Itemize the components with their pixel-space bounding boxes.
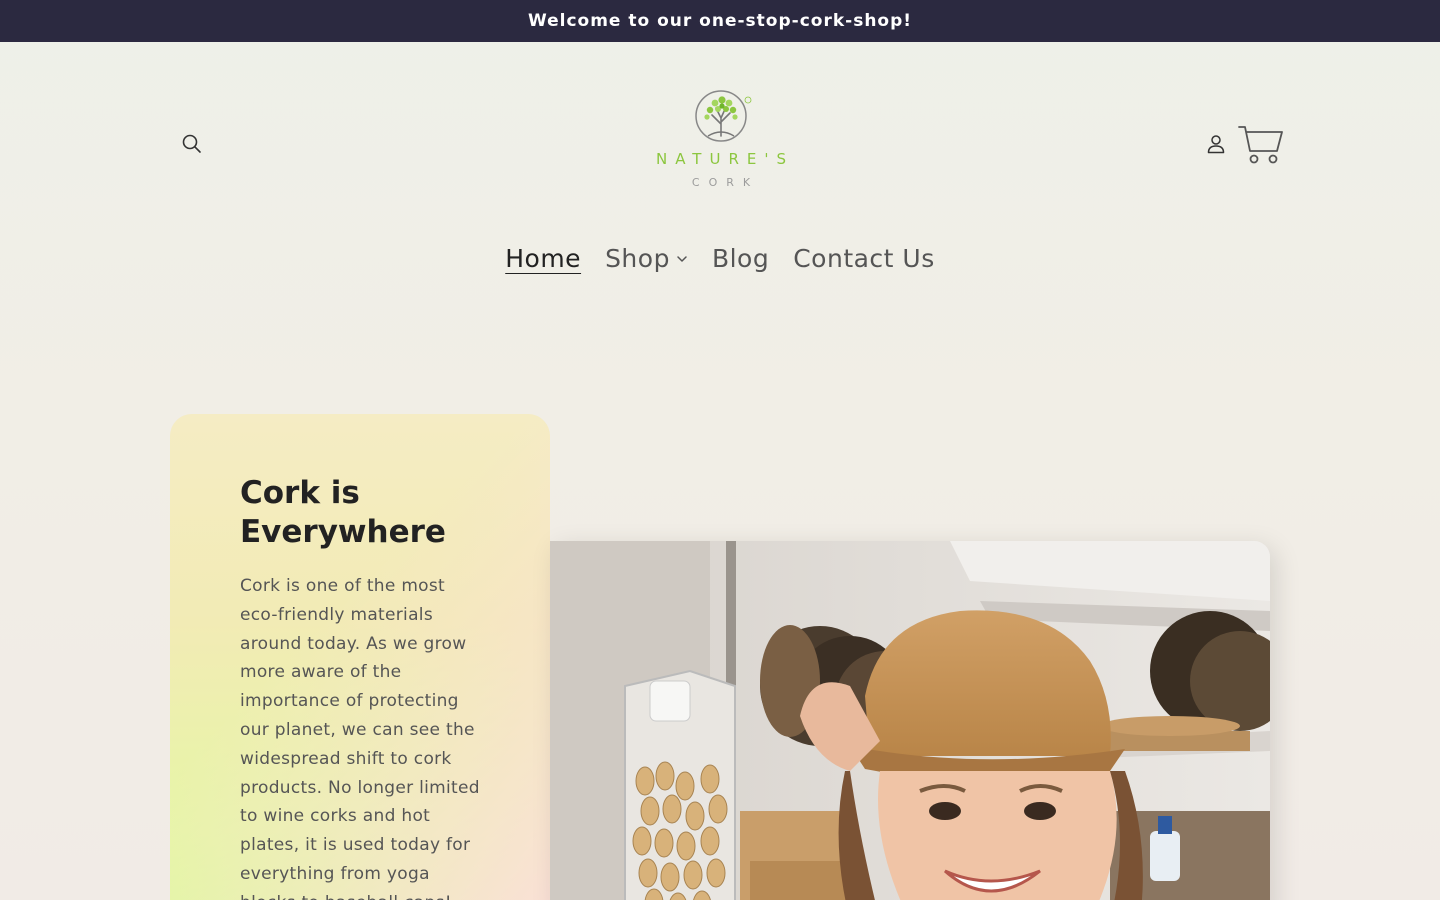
cart-button[interactable] xyxy=(1236,120,1286,168)
cart-icon xyxy=(1238,126,1283,164)
nav-item-label: Blog xyxy=(711,244,770,273)
hero-title-line2: Everywhere xyxy=(240,514,446,550)
announcement-text: Welcome to our one-stop-cork-shop! xyxy=(527,11,913,31)
main-nav: Home Shop Blog Contact Us xyxy=(0,244,1440,273)
tree-logo-icon xyxy=(695,90,752,142)
account-icon xyxy=(1207,135,1225,154)
search-button[interactable] xyxy=(176,128,208,160)
nav-item-label: Shop xyxy=(605,244,670,273)
nav-item-contact[interactable]: Contact Us xyxy=(781,244,947,273)
search-icon xyxy=(182,134,201,153)
nav-item-blog[interactable]: Blog xyxy=(700,244,781,273)
store-logo[interactable]: NATURE'S CORK xyxy=(640,66,802,216)
hero-title-line1: Cork is xyxy=(240,475,360,511)
nav-item-shop[interactable]: Shop xyxy=(593,244,700,273)
logo-wordmark: NATURE'S xyxy=(655,150,794,168)
hero-image xyxy=(550,541,1270,900)
nav-item-label: Home xyxy=(505,244,582,273)
hero-body: Cork is one of the most eco-friendly mat… xyxy=(240,576,480,900)
nav-item-home[interactable]: Home xyxy=(493,244,593,273)
hero-title: Cork is Everywhere xyxy=(240,474,500,552)
announcement-bar: Welcome to our one-stop-cork-shop! xyxy=(0,0,1440,42)
account-button[interactable] xyxy=(1200,128,1232,160)
nav-item-label: Contact Us xyxy=(793,244,935,273)
hero-photo-illustration xyxy=(550,541,1270,900)
chevron-down-icon xyxy=(677,255,687,262)
logo-subtitle: CORK xyxy=(691,176,760,189)
hero-text-card: Cork is Everywhere Cork is one of the mo… xyxy=(170,414,550,900)
